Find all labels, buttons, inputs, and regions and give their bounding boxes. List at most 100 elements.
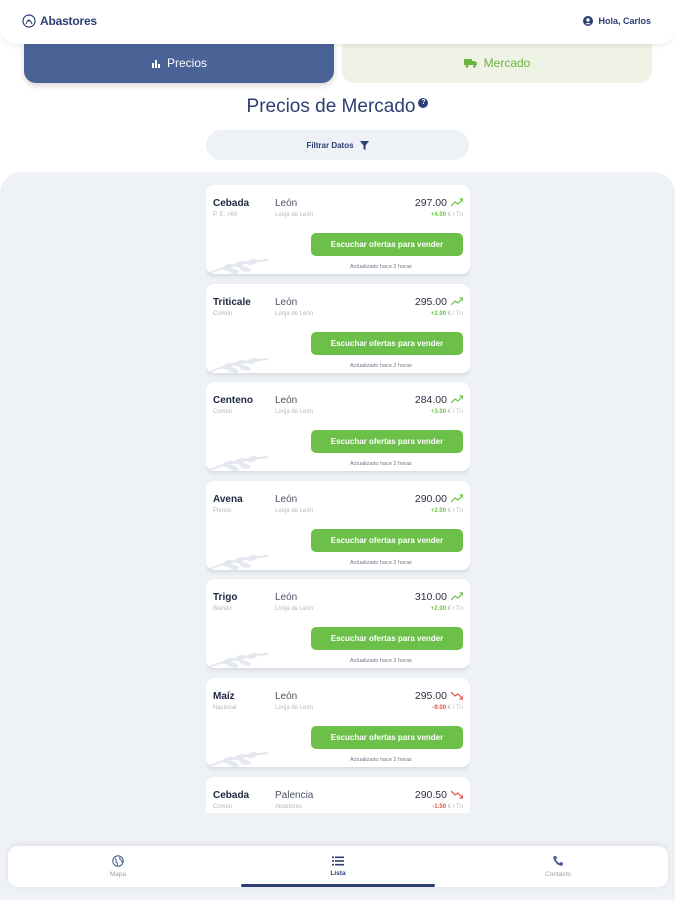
crop-variety: Común (213, 409, 233, 416)
price-change: +4.00 € / Tn (431, 212, 463, 218)
trend-up-icon (451, 592, 463, 601)
updated-timestamp: Actualizado hace 2 horas (350, 461, 412, 468)
price-card[interactable]: Maíz Nacional León Lonja de León 295.00 -9.00… (206, 678, 470, 767)
filter-label: Filtrar Datos (306, 140, 354, 150)
price-unit: € / Tn (447, 705, 463, 711)
crop-name: Centeno (213, 395, 253, 407)
price-value: 295.00 (414, 295, 447, 308)
price-unit: € / Tn (447, 606, 463, 613)
wheat-watermark-icon (208, 259, 269, 274)
price-change-value: +3.00 (430, 409, 447, 416)
price-change: -9.00 € / Tn (432, 705, 463, 711)
trend-up-icon (451, 494, 463, 503)
crop-variety: Nacional (213, 705, 237, 711)
crop-name: Avena (213, 493, 243, 505)
price-value: 297.00 (414, 197, 447, 209)
price-change-value: +4.00 (430, 212, 447, 218)
nav-item-contacto[interactable]: Contacto (448, 846, 668, 887)
price-card[interactable]: Centeno Común León Lonja de León 284.00 +3.00… (206, 382, 470, 472)
market-city: León (275, 296, 298, 308)
market-city: Palencia (275, 789, 314, 801)
updated-timestamp: Actualizado hace 2 horas (350, 757, 412, 763)
filter-icon (359, 140, 369, 150)
crop-name: Trigo (213, 592, 238, 604)
market-source: Lonja de León (275, 409, 314, 416)
price-change: +3.00 € / Tn (431, 409, 463, 415)
price-card[interactable]: Cebada P. E. >60 León Lonja de León 297.00 +4… (206, 185, 470, 274)
trend-up-icon (451, 296, 463, 306)
listen-offers-button[interactable]: Escuchar ofertas para vender (311, 233, 463, 256)
trend-down-icon (451, 691, 463, 700)
crop-variety: Común (213, 310, 233, 317)
price-card[interactable]: Triticale Común León Lonja de León 295.00 +2.… (206, 283, 470, 373)
crop-name: Cebada (213, 198, 250, 209)
wheat-watermark-icon (208, 653, 269, 669)
listen-offers-button[interactable]: Escuchar ofertas para vender (311, 528, 463, 552)
updated-timestamp: Actualizado hace 2 horas (350, 658, 412, 665)
market-source: Lonja de León (275, 705, 314, 711)
price-change: -1.50 € / Tn (432, 804, 463, 810)
price-change: +2.00 € / Tn (431, 606, 463, 612)
user-icon (583, 16, 594, 26)
user-menu[interactable]: Hola, Carlos (583, 16, 651, 26)
market-city: León (275, 493, 298, 505)
wheat-watermark-icon (208, 357, 269, 373)
truck-icon (463, 59, 477, 68)
price-value: 310.00 (414, 591, 447, 604)
crop-name: Maíz (213, 691, 235, 702)
price-unit: € / Tn (447, 310, 463, 317)
listen-offers-button[interactable]: Escuchar ofertas para vender (311, 430, 463, 454)
price-change: +2.00 € / Tn (431, 311, 463, 317)
tab-mercado[interactable]: Mercado (342, 43, 652, 83)
price-card[interactable]: Trigo Blando León Lonja de León 310.00 +2.00 … (206, 579, 470, 669)
tab-precios[interactable]: Precios (24, 43, 334, 83)
listen-offers-button[interactable]: Escuchar ofertas para vender (311, 627, 463, 651)
crop-variety: P. E. >60 (213, 212, 238, 218)
bar-chart-icon (151, 60, 160, 68)
wheat-watermark-icon (208, 456, 269, 472)
logo-text: Abastores (40, 14, 97, 28)
market-source: Lonja de León (275, 212, 314, 218)
price-value: 290.50 (414, 788, 447, 801)
active-nav-indicator (241, 884, 435, 887)
market-city: León (275, 395, 298, 407)
logo-icon (22, 14, 36, 28)
list-icon (332, 856, 344, 866)
trend-up-icon (451, 198, 463, 207)
price-value: 290.00 (414, 492, 447, 505)
updated-timestamp: Actualizado hace 2 horas (350, 559, 412, 566)
listen-offers-button[interactable]: Escuchar ofertas para vender (311, 726, 463, 749)
price-list[interactable]: Cebada P. E. >60 León Lonja de León 297.00 +4… (206, 185, 470, 813)
section-tabs: Precios Mercado (24, 43, 652, 83)
updated-timestamp: Actualizado hace 2 horas (350, 362, 412, 369)
market-source: Lonja de León (275, 310, 314, 317)
nav-label: Lista (330, 870, 346, 877)
trend-down-icon (451, 790, 463, 799)
nav-item-mapa[interactable]: Mapa (8, 846, 228, 887)
updated-timestamp: Actualizado hace 2 horas (350, 264, 412, 270)
user-greeting: Hola, Carlos (598, 16, 651, 26)
filter-button[interactable]: Filtrar Datos (206, 130, 469, 160)
price-unit: € / Tn (447, 803, 463, 810)
globe-icon (112, 855, 124, 867)
price-change-value: -1.50 (432, 803, 447, 810)
crop-name: Cebada (213, 789, 250, 801)
app-logo[interactable]: Abastores (22, 14, 97, 28)
crop-variety: Común (213, 803, 233, 810)
crop-variety: Pienso (213, 507, 232, 514)
price-card[interactable]: Avena Pienso León Lonja de León 290.00 +2.00 … (206, 480, 470, 570)
market-city: León (275, 198, 298, 209)
wheat-watermark-icon (208, 752, 269, 767)
help-icon[interactable]: ? (418, 98, 429, 108)
price-unit: € / Tn (447, 409, 463, 416)
tab-label: Mercado (483, 56, 531, 70)
price-unit: € / Tn (447, 507, 463, 514)
nav-item-lista[interactable]: Lista (228, 846, 448, 887)
price-card[interactable]: Cebada Común Palencia Abastores 290.50 -1.50 … (206, 776, 470, 813)
price-unit: € / Tn (447, 212, 463, 218)
price-value: 295.00 (414, 690, 447, 702)
price-change-value: +2.00 (430, 310, 447, 317)
market-source: Lonja de León (275, 507, 314, 514)
nav-label: Contacto (544, 871, 572, 878)
listen-offers-button[interactable]: Escuchar ofertas para vender (311, 331, 463, 355)
